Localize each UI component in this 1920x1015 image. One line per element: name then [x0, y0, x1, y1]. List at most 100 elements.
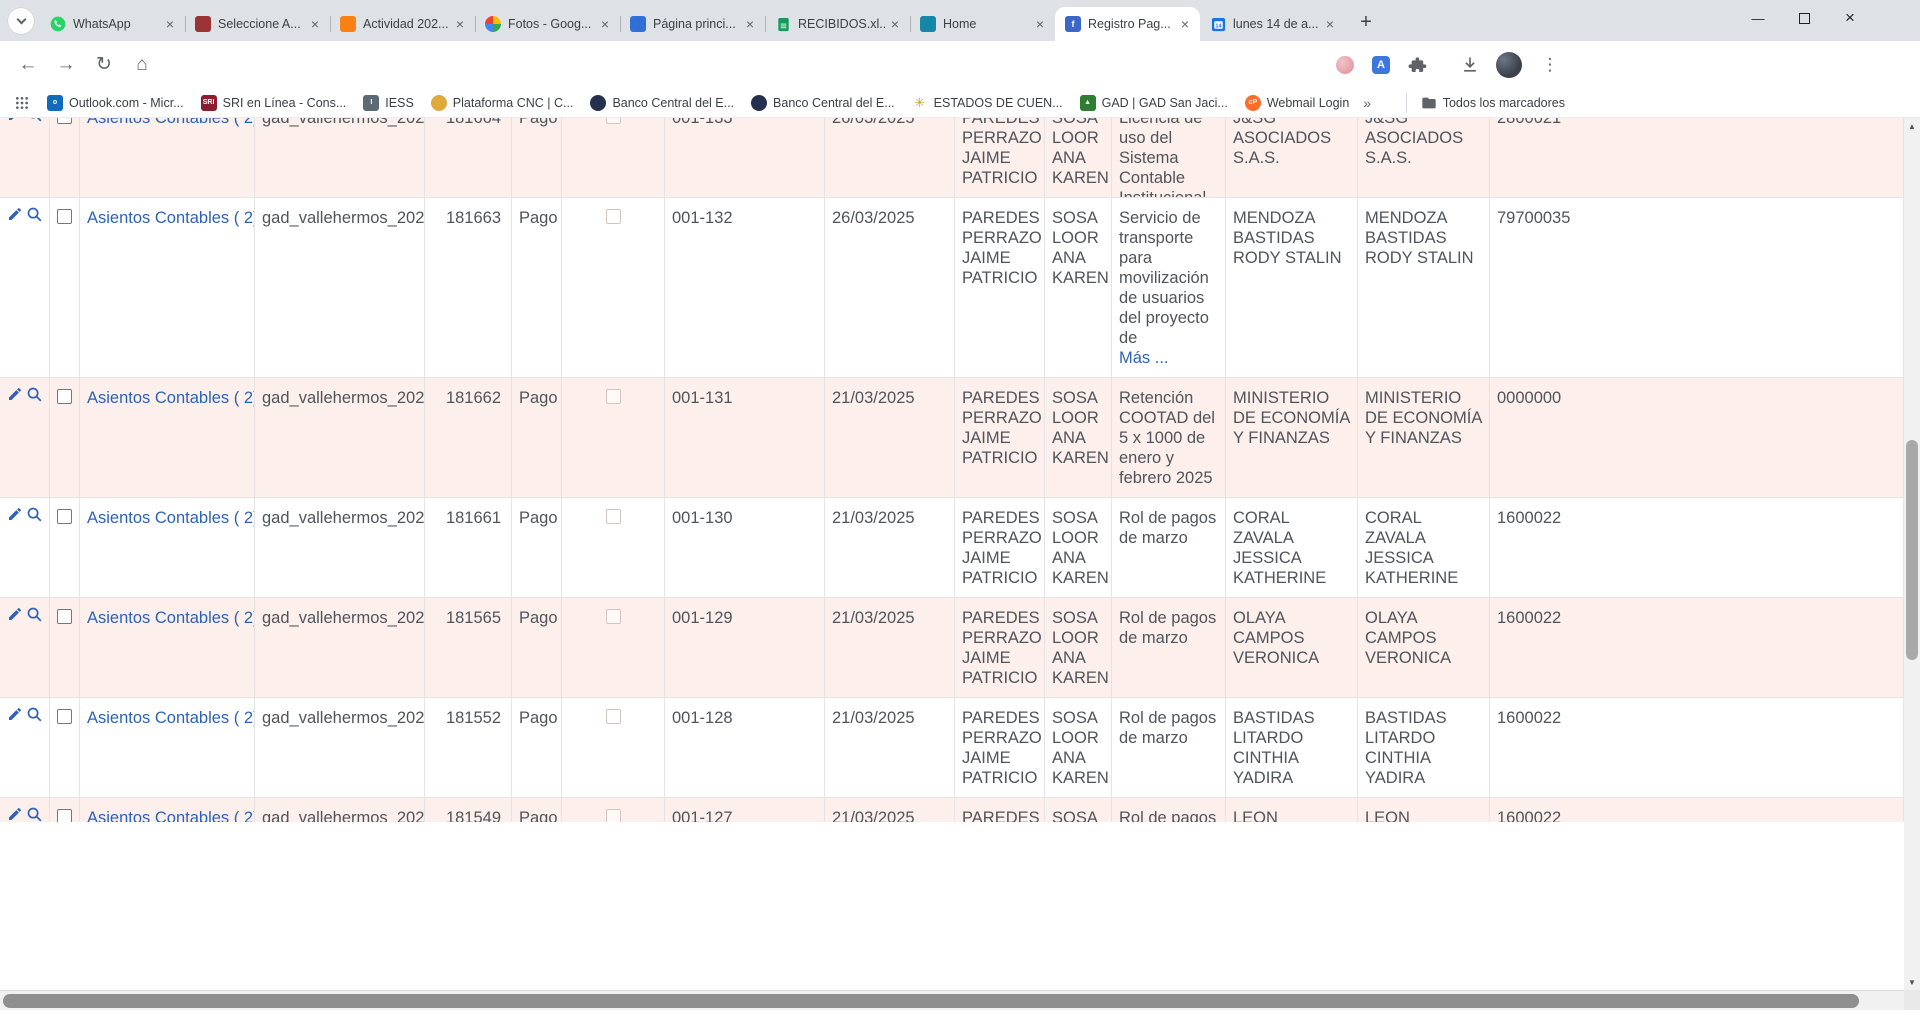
cell-document: 001-130: [672, 509, 733, 527]
asientos-contables-link[interactable]: Asientos Contables ( 2): [87, 709, 255, 727]
horizontal-scrollbar[interactable]: [0, 990, 1904, 1010]
browser-tab[interactable]: Home×: [910, 7, 1055, 41]
new-tab-button[interactable]: +: [1352, 8, 1380, 36]
bookmark-item[interactable]: Banco Central del E...: [590, 95, 734, 111]
profile-avatar[interactable]: [1496, 52, 1522, 78]
downloads-icon[interactable]: [1460, 55, 1480, 75]
status-checkbox[interactable]: [606, 609, 621, 624]
tab-close-icon[interactable]: ×: [451, 15, 469, 33]
status-checkbox[interactable]: [606, 709, 621, 724]
minimize-button[interactable]: —: [1735, 0, 1781, 36]
tab-close-icon[interactable]: ×: [1031, 15, 1049, 33]
vertical-scroll-thumb[interactable]: [1906, 440, 1918, 660]
browser-tab[interactable]: 14lunes 14 de a...×: [1200, 7, 1345, 41]
status-checkbox[interactable]: [606, 809, 621, 822]
bookmark-item[interactable]: IIESS: [363, 95, 414, 111]
browser-tab[interactable]: Seleccione A...×: [185, 7, 330, 41]
tab-search-button[interactable]: [8, 8, 34, 34]
magnifier-icon[interactable]: [26, 206, 43, 223]
close-button[interactable]: ×: [1827, 0, 1873, 36]
tab-close-icon[interactable]: ×: [741, 15, 759, 33]
home-button[interactable]: ⌂: [128, 51, 156, 79]
cell-id: 181661: [446, 509, 501, 527]
browser-tab[interactable]: fRegistro Pag...×: [1055, 7, 1200, 41]
magnifier-icon[interactable]: [26, 606, 43, 623]
status-checkbox[interactable]: [606, 509, 621, 524]
tab-close-icon[interactable]: ×: [1176, 15, 1194, 33]
status-checkbox[interactable]: [606, 389, 621, 404]
cell-elaborado: PAREDES PERRAZO JAIME PATRICIO: [962, 609, 1042, 687]
row-checkbox[interactable]: [57, 609, 72, 624]
extension-icon[interactable]: [1336, 56, 1354, 74]
asientos-contables-link[interactable]: Asientos Contables ( 2): [87, 509, 255, 527]
browser-tab[interactable]: Página princi...×: [620, 7, 765, 41]
asientos-contables-link[interactable]: Asientos Contables ( 2): [87, 118, 255, 127]
edit-icon[interactable]: [7, 118, 23, 122]
row-checkbox[interactable]: [57, 209, 72, 224]
row-checkbox[interactable]: [57, 709, 72, 724]
row-checkbox[interactable]: [57, 509, 72, 524]
vertical-scrollbar[interactable]: ▲ ▼: [1904, 118, 1920, 990]
spreadsheet-icon: [775, 16, 791, 32]
bookmark-item[interactable]: oOutlook.com - Micr...: [47, 95, 184, 111]
tab-close-icon[interactable]: ×: [1321, 15, 1339, 33]
status-checkbox[interactable]: [606, 209, 621, 224]
bookmark-item[interactable]: ✳ESTADOS DE CUEN...: [912, 95, 1063, 111]
bookmark-label: Outlook.com - Micr...: [69, 96, 184, 110]
horizontal-scroll-thumb[interactable]: [3, 994, 1859, 1008]
status-checkbox[interactable]: [606, 118, 621, 124]
bookmark-item[interactable]: ▲GAD | GAD San Jaci...: [1080, 95, 1228, 111]
extensions-puzzle-icon[interactable]: [1408, 55, 1427, 74]
apps-grid-icon[interactable]: [14, 95, 30, 111]
bookmark-item[interactable]: cPWebmail Login: [1245, 95, 1349, 111]
magnifier-icon[interactable]: [26, 706, 43, 723]
translate-extension-icon[interactable]: A: [1372, 56, 1390, 74]
bookmarks-overflow-chevron[interactable]: »: [1363, 95, 1371, 111]
reload-button[interactable]: ↻: [90, 51, 118, 79]
scroll-down-icon[interactable]: ▼: [1904, 974, 1920, 990]
magnifier-icon[interactable]: [26, 506, 43, 523]
edit-icon[interactable]: [7, 606, 23, 622]
edit-icon[interactable]: [7, 506, 23, 522]
magnifier-icon[interactable]: [26, 806, 43, 822]
edit-icon[interactable]: [7, 706, 23, 722]
browser-tab[interactable]: WhatsApp×: [40, 7, 185, 41]
browser-tab[interactable]: RECIBIDOS.xl...×: [765, 7, 910, 41]
bookmark-label: Banco Central del E...: [612, 96, 734, 110]
browser-tab[interactable]: Actividad 202...×: [330, 7, 475, 41]
asientos-contables-link[interactable]: Asientos Contables ( 2): [87, 209, 255, 227]
cell-document: 001-132: [672, 209, 733, 227]
cell-id: 181663: [446, 209, 501, 227]
bookmark-item[interactable]: Banco Central del E...: [751, 95, 895, 111]
cell-date: 26/03/2025: [832, 209, 915, 227]
bookmark-item[interactable]: SRISRI en Línea - Cons...: [201, 95, 347, 111]
cell-date: 21/03/2025: [832, 389, 915, 407]
tab-close-icon[interactable]: ×: [306, 15, 324, 33]
asientos-contables-link[interactable]: Asientos Contables ( 2): [87, 389, 255, 407]
magnifier-icon[interactable]: [26, 386, 43, 403]
scroll-up-icon[interactable]: ▲: [1904, 118, 1920, 134]
forward-button[interactable]: →: [52, 51, 80, 79]
row-checkbox[interactable]: [57, 809, 72, 822]
edit-icon[interactable]: [7, 386, 23, 402]
all-bookmarks-button[interactable]: Todos los marcadores: [1406, 93, 1565, 113]
tab-close-icon[interactable]: ×: [596, 15, 614, 33]
magnifier-icon[interactable]: [26, 118, 43, 123]
browser-tab[interactable]: Fotos - Goog...×: [475, 7, 620, 41]
edit-icon[interactable]: [7, 206, 23, 222]
menu-button[interactable]: ⋮: [1538, 53, 1562, 77]
cell-account: 79700035: [1497, 209, 1570, 227]
bookmark-item[interactable]: Plataforma CNC | C...: [431, 95, 574, 111]
tab-close-icon[interactable]: ×: [161, 15, 179, 33]
tab-close-icon[interactable]: ×: [886, 15, 904, 33]
mas-link[interactable]: Más ...: [1119, 349, 1169, 367]
maximize-button[interactable]: [1781, 0, 1827, 36]
row-checkbox[interactable]: [57, 118, 72, 124]
back-button[interactable]: ←: [14, 51, 42, 79]
cell-id: 181565: [446, 609, 501, 627]
asientos-contables-link[interactable]: Asientos Contables ( 2): [87, 809, 255, 822]
row-checkbox[interactable]: [57, 389, 72, 404]
tab-title: WhatsApp: [73, 17, 161, 31]
edit-icon[interactable]: [7, 806, 23, 822]
asientos-contables-link[interactable]: Asientos Contables ( 2): [87, 609, 255, 627]
